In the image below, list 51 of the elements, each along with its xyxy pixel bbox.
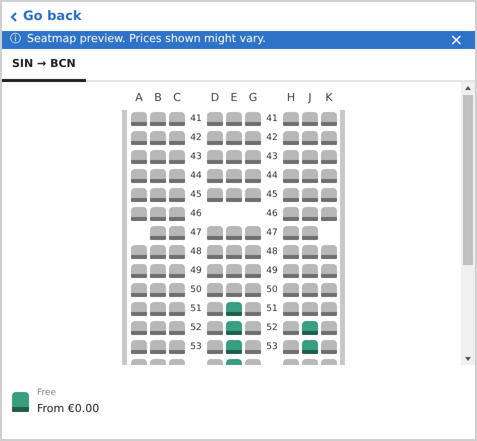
route-tab[interactable]: SIN → BCN — [2, 48, 86, 82]
scroll-up-arrow-icon[interactable] — [464, 85, 472, 91]
row-number: 45 — [189, 188, 203, 202]
close-button[interactable]: × — [446, 32, 467, 48]
seat[interactable] — [226, 340, 242, 354]
row-number: 44 — [265, 170, 279, 182]
column-letter: K — [324, 90, 334, 106]
row-number: 49 — [189, 264, 203, 278]
row-number: 50 — [189, 284, 203, 296]
row-number: 50 — [265, 284, 279, 296]
row-number: 42 — [265, 132, 279, 144]
row-number: 44 — [189, 170, 203, 182]
column-letter: H — [286, 90, 296, 106]
seat[interactable] — [302, 340, 318, 354]
chevron-left-icon — [10, 12, 17, 22]
column-letter: E — [230, 90, 238, 106]
row-number: 49 — [265, 264, 279, 278]
column-letter: B — [153, 90, 163, 106]
back-link[interactable]: Go back — [2, 2, 90, 30]
legend-title: Free — [37, 387, 58, 400]
row-number: 41 — [189, 112, 203, 126]
row-number: 43 — [189, 150, 203, 164]
row-number: 46 — [265, 208, 279, 220]
scrollbar[interactable] — [461, 82, 475, 365]
row-number: 41 — [265, 112, 279, 126]
column-letter: G — [248, 90, 258, 106]
row-number: 47 — [189, 226, 203, 240]
column-letter: C — [172, 90, 182, 106]
column-letter: D — [210, 90, 220, 106]
row-number: 51 — [189, 302, 203, 316]
row-number: 42 — [189, 132, 203, 144]
row-number: 48 — [265, 246, 279, 258]
row-number: 47 — [265, 226, 279, 240]
row-number: 51 — [265, 302, 279, 316]
info-icon: ⓘ — [10, 31, 21, 48]
row-number: 53 — [265, 340, 279, 354]
row-number: 48 — [189, 246, 203, 258]
legend-price: From €0.00 — [37, 400, 100, 416]
row-number: 52 — [265, 322, 279, 334]
column-letter: A — [134, 90, 144, 106]
row-number: 53 — [189, 340, 203, 354]
scroll-down-arrow-icon[interactable] — [464, 356, 472, 362]
seat[interactable] — [302, 320, 318, 334]
seat[interactable] — [226, 302, 242, 316]
row-number: 43 — [265, 150, 279, 164]
column-letter: J — [306, 90, 313, 106]
row-number: 52 — [189, 322, 203, 334]
row-number: 45 — [265, 188, 279, 202]
seat[interactable] — [226, 320, 242, 334]
row-number: 46 — [189, 208, 203, 220]
banner-message: Seatmap preview. Prices shown might vary. — [27, 31, 266, 48]
